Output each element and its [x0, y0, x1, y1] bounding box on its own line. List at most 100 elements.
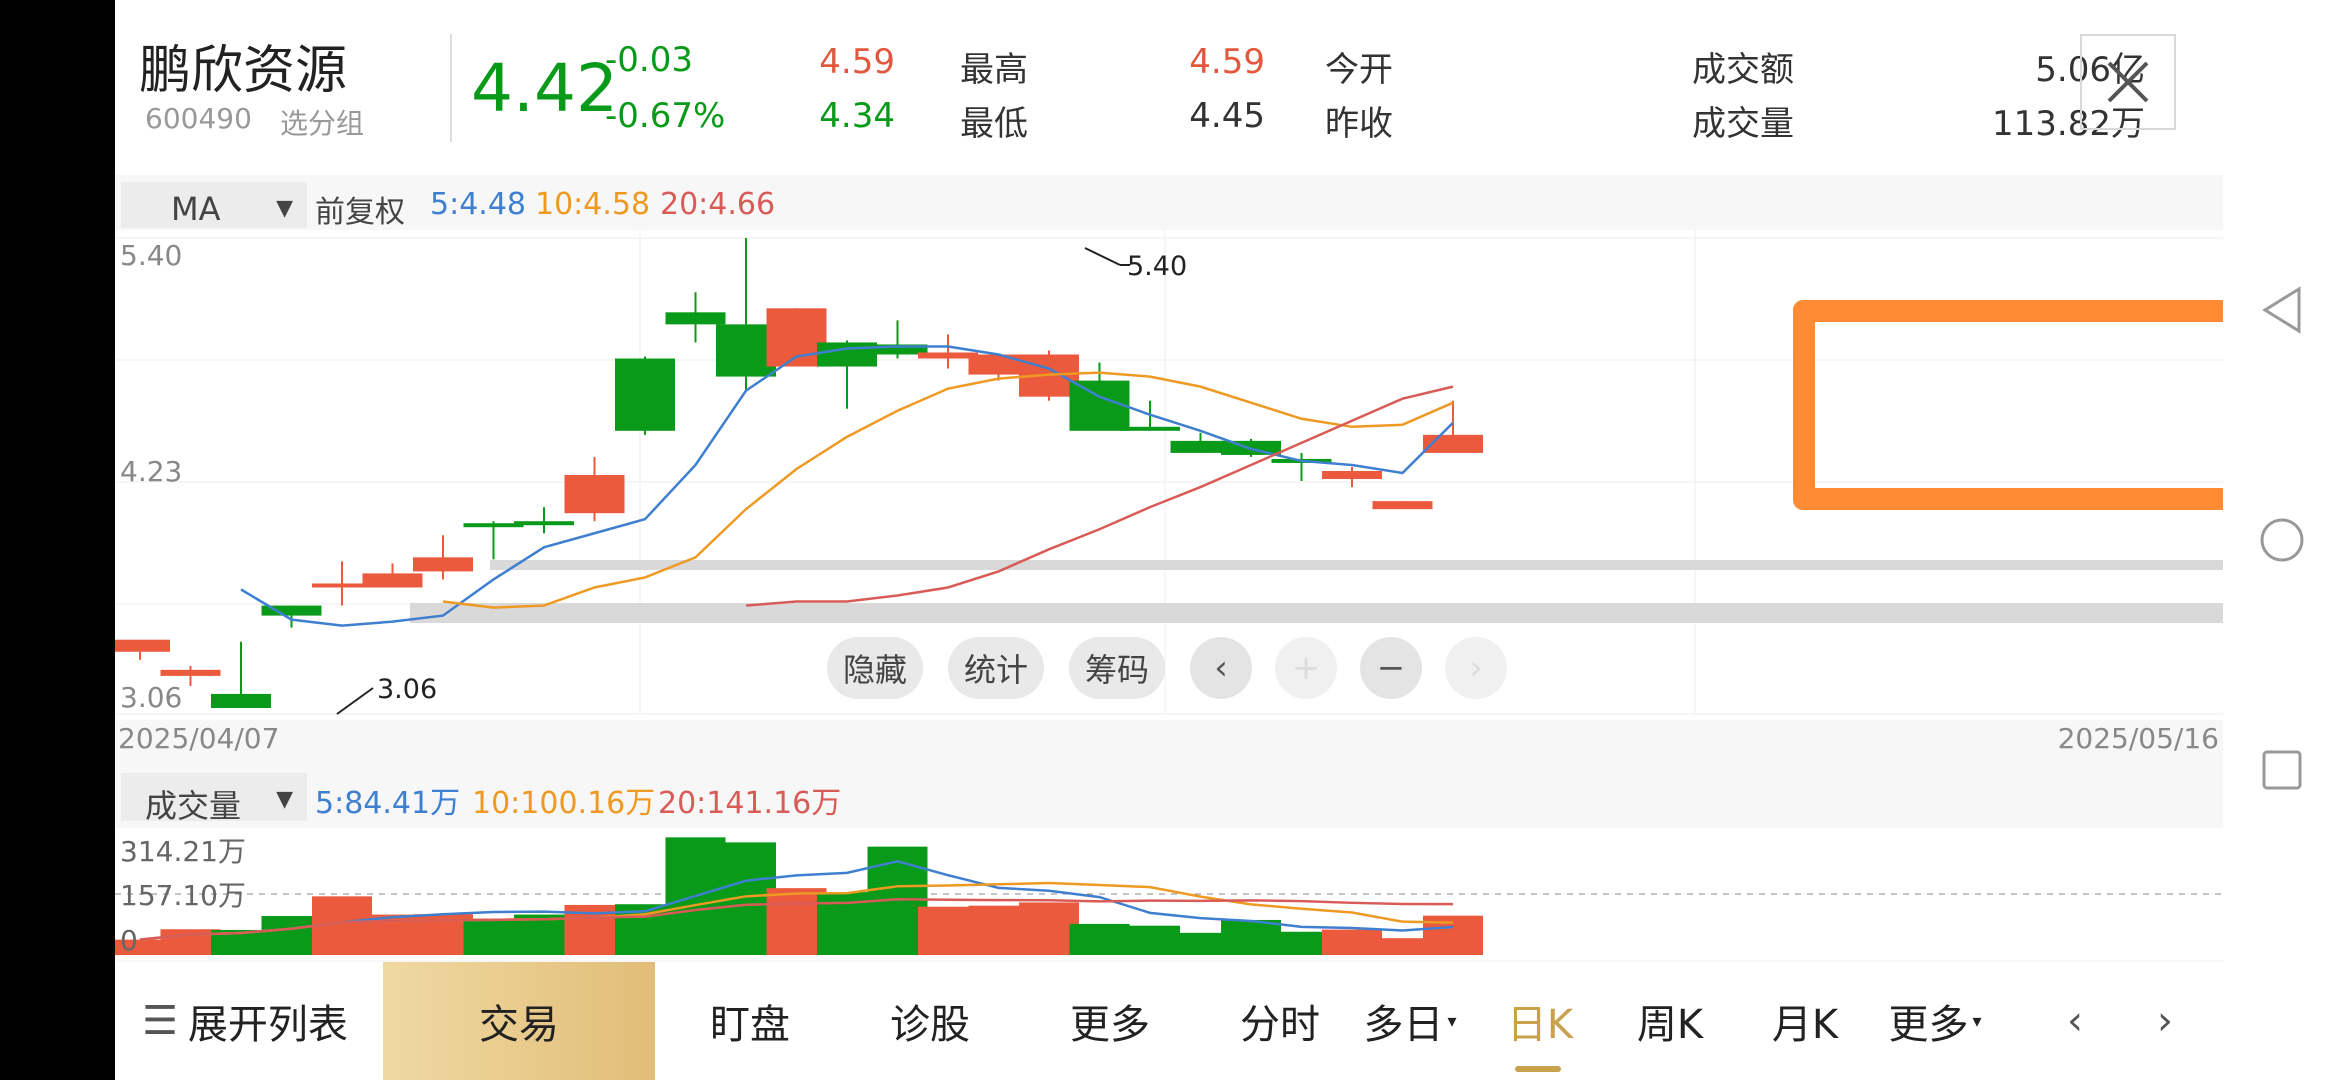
weekly-k-tab[interactable]: 周K: [1615, 962, 1725, 1080]
low-marker-label: 3.06: [377, 674, 437, 705]
low-value: 4.34: [819, 96, 895, 136]
chip-band: [410, 603, 2223, 623]
vol-axis-zero: 0: [120, 924, 138, 957]
dropdown-arrow-icon: ▼: [276, 787, 293, 812]
vol-ma5-legend: 5:84.41万: [315, 786, 461, 821]
volume-indicator-name: 成交量: [145, 787, 242, 825]
vol-axis-mid: 157.10万: [120, 879, 246, 912]
amount-label: 成交额: [1692, 50, 1794, 90]
candle[interactable]: [514, 521, 574, 526]
candle[interactable]: [413, 557, 473, 572]
candle[interactable]: [1322, 470, 1382, 480]
scroll-right-button[interactable]: ›: [1445, 637, 1507, 699]
plus-icon: +: [1291, 648, 1321, 688]
active-tab-indicator: [1515, 1066, 1561, 1072]
nav-home-button[interactable]: [2223, 512, 2340, 568]
vol-axis-max: 314.21万: [120, 835, 246, 868]
zoom-in-button[interactable]: +: [1275, 637, 1337, 699]
candle[interactable]: [564, 475, 625, 514]
high-value: 4.59: [819, 42, 895, 82]
ma10-legend: 10:4.58: [535, 187, 651, 222]
x-axis-start: 2025/04/07: [118, 722, 279, 755]
zoom-out-button[interactable]: −: [1360, 637, 1422, 699]
volume-indicator-selector[interactable]: 成交量 ▼: [121, 773, 307, 825]
expand-list-label: 展开列表: [187, 1002, 348, 1048]
price-change-pct: -0.67%: [605, 96, 726, 136]
x-axis-end: 2025/05/16: [2058, 722, 2219, 755]
candle[interactable]: [1120, 426, 1180, 431]
price-change: -0.03: [605, 40, 693, 80]
volume-label: 成交量: [1692, 104, 1794, 144]
current-price: 4.42: [471, 50, 618, 127]
multiday-label: 多日: [1363, 1002, 1444, 1048]
stock-name: 鹏欣资源: [139, 41, 348, 101]
back-triangle-icon: [2261, 286, 2300, 334]
indicator-name: MA: [171, 190, 221, 228]
candle[interactable]: [615, 358, 675, 431]
vol-ma10-legend: 10:100.16万: [472, 786, 656, 821]
low-label: 最低: [960, 104, 1028, 144]
volume-chart[interactable]: 314.21万 157.10万 0: [115, 828, 2223, 960]
more-tab[interactable]: 更多: [1040, 962, 1180, 1080]
bottom-toolbar: ☰ 展开列表 交易 盯盘 诊股 更多 分时 多日 ▾ 日K 周K 月K 更多 ▾…: [115, 962, 2223, 1080]
candle[interactable]: [665, 312, 726, 325]
watch-tab[interactable]: 盯盘: [680, 962, 820, 1080]
minus-icon: −: [1376, 648, 1406, 688]
header-divider: [450, 34, 452, 142]
y-axis-max: 5.40: [120, 239, 182, 272]
caret-down-icon: ▾: [1447, 1010, 1457, 1032]
close-button[interactable]: [2080, 34, 2176, 130]
chevron-right-icon: ›: [2157, 998, 2173, 1044]
open-value: 4.59: [1189, 42, 1265, 82]
prev-arrow-button[interactable]: ‹: [2035, 962, 2115, 1080]
home-circle-icon: [2260, 518, 2303, 562]
y-axis-mid: 4.23: [120, 455, 182, 488]
next-arrow-button[interactable]: ›: [2125, 962, 2205, 1080]
prev-close-value: 4.45: [1189, 96, 1265, 136]
highlight-box: [1793, 300, 2223, 510]
chevron-left-icon: ‹: [2067, 998, 2083, 1044]
more-periods-tab[interactable]: 更多 ▾: [1870, 962, 2000, 1080]
close-icon: [2107, 61, 2149, 103]
multiday-tab[interactable]: 多日 ▾: [1345, 962, 1475, 1080]
daily-k-tab[interactable]: 日K: [1485, 962, 1595, 1080]
stats-button[interactable]: 统计: [948, 637, 1044, 699]
expand-list-button[interactable]: ☰ 展开列表: [130, 962, 360, 1080]
hide-button[interactable]: 隐藏: [827, 637, 923, 699]
candle[interactable]: [362, 573, 423, 588]
candle[interactable]: [115, 639, 170, 652]
stock-code: 600490: [145, 102, 252, 135]
candle[interactable]: [1372, 501, 1433, 510]
nav-recents-button[interactable]: [2223, 742, 2340, 798]
stock-detail-screen: 鹏欣资源 600490 选分组 4.42 -0.03 -0.67% 最高 4.5…: [115, 0, 2223, 1080]
intraday-tab[interactable]: 分时: [1215, 962, 1345, 1080]
system-nav-bar: [2223, 0, 2340, 1080]
vol-ma20-legend: 20:141.16万: [658, 786, 842, 821]
nav-back-button[interactable]: [2223, 280, 2340, 340]
candle[interactable]: [160, 669, 221, 676]
recents-square-icon: [2262, 750, 2301, 790]
select-group-button[interactable]: 选分组: [280, 102, 364, 142]
high-label: 最高: [960, 50, 1028, 90]
candle[interactable]: [211, 693, 271, 708]
scroll-left-button[interactable]: ‹: [1190, 637, 1252, 699]
candle[interactable]: [1069, 380, 1130, 431]
monthly-k-tab[interactable]: 月K: [1750, 962, 1860, 1080]
open-label: 今开: [1325, 50, 1393, 90]
prev-close-label: 昨收: [1325, 104, 1393, 144]
quote-header: 鹏欣资源 600490 选分组 4.42 -0.03 -0.67% 最高 4.5…: [115, 0, 2223, 170]
list-icon: ☰: [142, 998, 178, 1044]
y-axis-min: 3.06: [120, 681, 182, 714]
trade-tab[interactable]: 交易: [383, 962, 655, 1080]
chevron-left-icon: ‹: [1214, 648, 1228, 688]
ma20-legend: 20:4.66: [660, 187, 776, 222]
adjust-mode[interactable]: 前复权: [315, 187, 405, 231]
indicator-selector[interactable]: MA ▼: [121, 182, 307, 228]
chips-button[interactable]: 筹码: [1069, 637, 1165, 699]
diagnose-tab[interactable]: 诊股: [860, 962, 1000, 1080]
high-marker-label: 5.40: [1127, 251, 1187, 282]
chevron-right-icon: ›: [1469, 648, 1483, 688]
ma5-legend: 5:4.48: [430, 187, 526, 222]
dropdown-arrow-icon: ▼: [276, 196, 293, 221]
caret-down-icon: ▾: [1972, 1010, 1982, 1032]
